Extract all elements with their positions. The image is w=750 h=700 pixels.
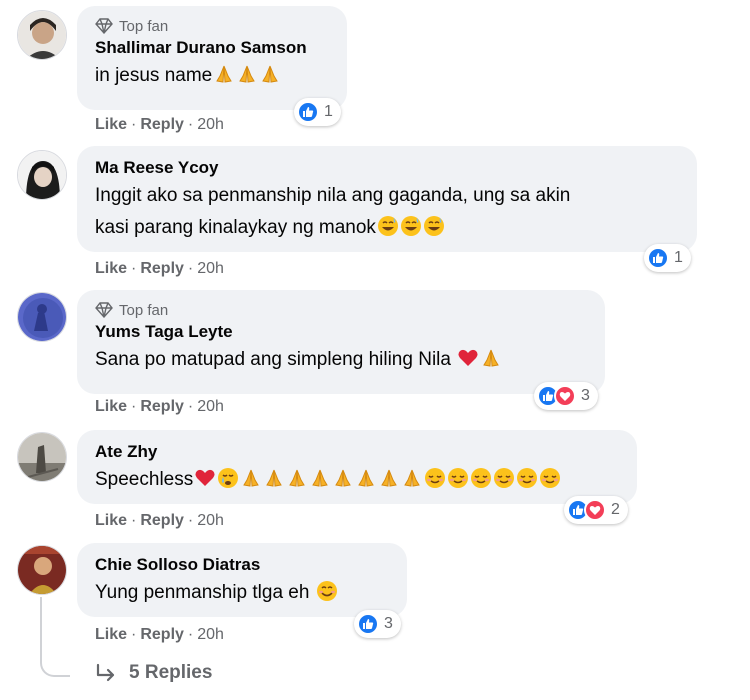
timestamp[interactable]: 20h	[197, 512, 224, 530]
folded-hands-icon	[286, 467, 308, 489]
like-button[interactable]: Like	[95, 512, 127, 530]
folded-hands-icon	[240, 467, 262, 489]
comment-author[interactable]: Ma Reese Ycoy	[95, 156, 679, 180]
reaction-summary[interactable]: 3	[354, 610, 401, 638]
comment-bubble: Ate Zhy Speechless	[77, 430, 637, 504]
sweat-smile-icon	[400, 215, 422, 237]
timestamp[interactable]: 20h	[197, 116, 224, 134]
view-replies-link[interactable]: 5 Replies	[95, 662, 212, 684]
relieved-face-icon	[493, 467, 515, 489]
reaction-count: 1	[674, 249, 683, 266]
folded-hands-icon	[263, 467, 285, 489]
folded-hands-icon	[309, 467, 331, 489]
avatar[interactable]	[17, 150, 67, 200]
folded-hands-icon	[236, 63, 258, 85]
sweat-smile-icon	[423, 215, 445, 237]
relieved-face-icon	[470, 467, 492, 489]
diamond-icon	[95, 302, 113, 318]
avatar[interactable]	[17, 432, 67, 482]
diamond-icon	[95, 18, 113, 34]
relieved-face-icon	[539, 467, 561, 489]
relieved-face-icon	[516, 467, 538, 489]
reaction-summary[interactable]: 3	[534, 382, 598, 410]
red-heart-icon	[194, 467, 216, 489]
reply-button[interactable]: Reply	[140, 512, 184, 530]
like-button[interactable]: Like	[95, 626, 127, 644]
crying-face-icon	[217, 467, 239, 489]
reaction-summary[interactable]: 1	[644, 244, 691, 272]
red-heart-icon	[457, 347, 479, 369]
avatar[interactable]	[17, 545, 67, 595]
comment-actions: Like · Reply · 20h	[95, 626, 224, 644]
folded-hands-icon	[213, 63, 235, 85]
folded-hands-icon	[401, 467, 423, 489]
top-fan-badge: Top fan	[95, 16, 329, 36]
reply-button[interactable]: Reply	[140, 398, 184, 416]
reply-arrow-icon	[96, 663, 115, 682]
folded-hands-icon	[355, 467, 377, 489]
reply-button[interactable]: Reply	[140, 626, 184, 644]
love-reaction-icon	[554, 385, 576, 407]
comment-actions: Like · Reply · 20h	[95, 116, 224, 134]
sweat-smile-icon	[377, 215, 399, 237]
comment-text: Sana po matupad ang simpleng hiling Nila	[95, 344, 587, 376]
folded-hands-icon	[332, 467, 354, 489]
folded-hands-icon	[259, 63, 281, 85]
thread-connector-line	[40, 597, 70, 677]
comment-actions: Like · Reply · 20h	[95, 398, 224, 416]
avatar[interactable]	[17, 10, 67, 60]
comment-bubble: Chie Solloso Diatras Yung penmanship tlg…	[77, 543, 407, 617]
comment-text: in jesus name	[95, 60, 329, 92]
comment-bubble: Top fan Shallimar Durano Samson in jesus…	[77, 6, 347, 110]
timestamp[interactable]: 20h	[197, 626, 224, 644]
relieved-face-icon	[424, 467, 446, 489]
smiling-face-icon	[316, 580, 338, 602]
like-reaction-icon	[357, 613, 379, 635]
timestamp[interactable]: 20h	[197, 398, 224, 416]
like-button[interactable]: Like	[95, 260, 127, 278]
reaction-summary[interactable]: 1	[294, 98, 341, 126]
comment-author[interactable]: Yums Taga Leyte	[95, 320, 587, 344]
avatar[interactable]	[17, 292, 67, 342]
reply-button[interactable]: Reply	[140, 116, 184, 134]
comment-text: Speechless	[95, 464, 619, 496]
relieved-face-icon	[447, 467, 469, 489]
like-reaction-icon	[647, 247, 669, 269]
love-reaction-icon	[584, 499, 606, 521]
folded-hands-icon	[480, 347, 502, 369]
comment-text: kasi parang kinalaykay ng manok	[95, 212, 679, 244]
like-button[interactable]: Like	[95, 116, 127, 134]
reaction-summary[interactable]: 2	[564, 496, 628, 524]
reaction-count: 2	[611, 501, 620, 518]
reaction-count: 3	[384, 615, 393, 632]
comment-actions: Like · Reply · 20h	[95, 512, 224, 530]
reaction-count: 1	[324, 103, 333, 120]
reply-button[interactable]: Reply	[140, 260, 184, 278]
timestamp[interactable]: 20h	[197, 260, 224, 278]
comment-bubble: Ma Reese Ycoy Inggit ako sa penmanship n…	[77, 146, 697, 252]
comment-author[interactable]: Chie Solloso Diatras	[95, 553, 389, 577]
like-button[interactable]: Like	[95, 398, 127, 416]
comment-actions: Like · Reply · 20h	[95, 260, 224, 278]
comment-author[interactable]: Shallimar Durano Samson	[95, 36, 329, 60]
comment-text: Yung penmanship tlga eh	[95, 577, 389, 609]
folded-hands-icon	[378, 467, 400, 489]
top-fan-badge: Top fan	[95, 300, 587, 320]
comment-text: Inggit ako sa penmanship nila ang gagand…	[95, 185, 571, 206]
comment-bubble: Top fan Yums Taga Leyte Sana po matupad …	[77, 290, 605, 394]
like-reaction-icon	[297, 101, 319, 123]
reaction-count: 3	[581, 387, 590, 404]
comment-author[interactable]: Ate Zhy	[95, 440, 619, 464]
